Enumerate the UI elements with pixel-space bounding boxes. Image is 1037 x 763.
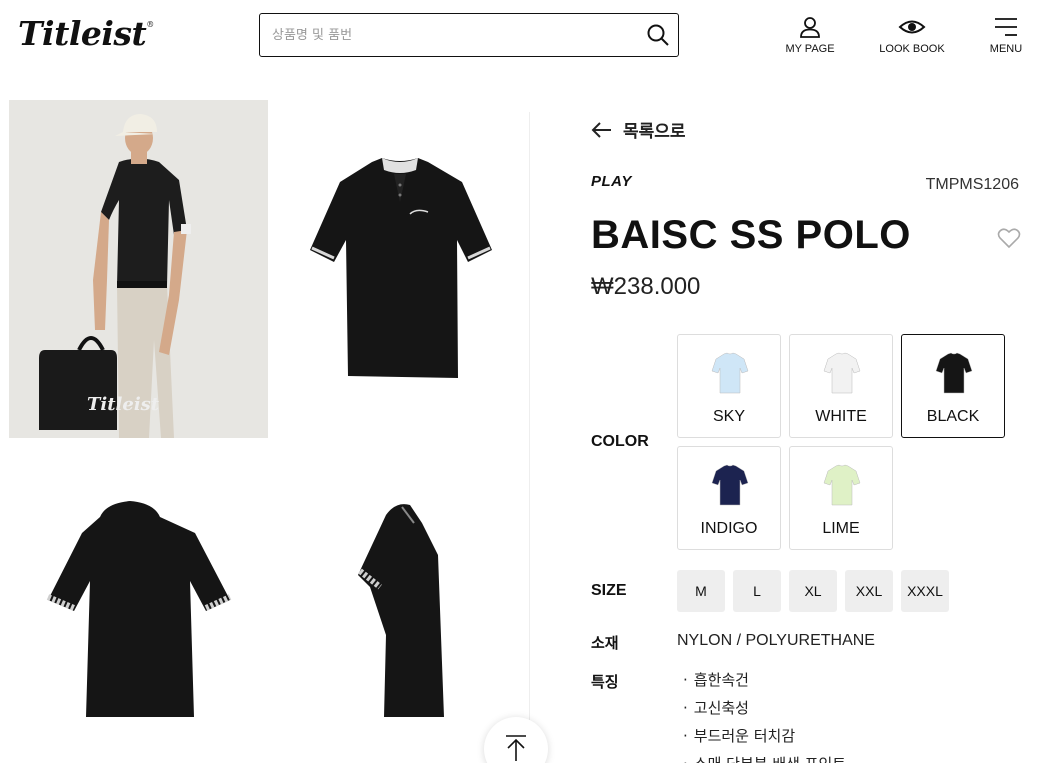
color-option-label: SKY: [712, 408, 745, 425]
back-to-list-link[interactable]: 목록으로: [591, 117, 686, 142]
search-icon[interactable]: [646, 23, 670, 47]
feature-label: 특징: [591, 673, 619, 691]
product-code: TMPMS1206: [925, 176, 1019, 193]
color-option-label: INDIGO: [700, 520, 758, 537]
my-page-label: MY PAGE: [785, 43, 835, 55]
brand-name: PLAY: [591, 173, 632, 190]
color-label: COLOR: [591, 433, 649, 450]
color-option-label: WHITE: [815, 408, 867, 425]
heart-icon: [997, 228, 1021, 249]
material-label: 소재: [591, 634, 619, 652]
size-option-m[interactable]: M: [677, 570, 725, 612]
look-book-button[interactable]: LOOK BOOK: [873, 16, 951, 55]
color-option-indigo[interactable]: INDIGO: [677, 446, 781, 550]
search-input[interactable]: [260, 14, 640, 56]
color-option-label: LIME: [822, 520, 860, 537]
back-to-list-label: 목록으로: [623, 122, 686, 142]
model-illustration: Titleist: [39, 114, 191, 438]
scroll-to-top-button[interactable]: [484, 717, 548, 763]
feature-item: 소매 단부분 배색 포인트: [683, 754, 846, 763]
eye-icon: [898, 20, 926, 34]
color-option-black[interactable]: BLACK: [901, 334, 1005, 438]
product-model-image[interactable]: Titleist: [9, 100, 268, 438]
product-price: ₩238.000: [591, 273, 701, 300]
site-header: Titleist® MY PAGE LOOK BOOK MENU: [0, 0, 1037, 72]
size-option-xxxl[interactable]: XXXL: [901, 570, 949, 612]
menu-button[interactable]: MENU: [983, 16, 1029, 55]
product-title: BAISC SS POLO: [591, 213, 911, 257]
polo-shirt-icon: [935, 352, 973, 394]
wishlist-button[interactable]: [997, 227, 1021, 253]
bag-logo-text: Titleist: [87, 394, 160, 415]
size-option-l[interactable]: L: [733, 570, 781, 612]
arrow-up-icon: [506, 735, 526, 761]
polo-shirt-icon: [711, 352, 749, 394]
color-option-lime[interactable]: LIME: [789, 446, 893, 550]
person-icon: [800, 17, 820, 38]
color-option-label: BLACK: [926, 408, 980, 425]
search-box: [259, 13, 679, 57]
look-book-label: LOOK BOOK: [879, 43, 945, 55]
polo-shirt-icon: [823, 352, 861, 394]
product-back-image[interactable]: [30, 495, 250, 725]
product-side-image[interactable]: [330, 495, 470, 725]
material-value: NYLON / POLYURETHANE: [677, 632, 875, 649]
product-front-image[interactable]: [290, 140, 510, 390]
hamburger-icon: [995, 18, 1017, 36]
registered-mark: ®: [146, 20, 154, 29]
arrow-left-icon: [591, 121, 611, 138]
polo-shirt-icon: [823, 464, 861, 506]
feature-item: 흡한속건: [683, 670, 846, 698]
feature-item: 고신축성: [683, 698, 846, 726]
size-option-xl[interactable]: XL: [789, 570, 837, 612]
size-option-xxl[interactable]: XXL: [845, 570, 893, 612]
menu-label: MENU: [989, 43, 1023, 55]
size-label: SIZE: [591, 582, 627, 599]
color-option-sky[interactable]: SKY: [677, 334, 781, 438]
feature-list: 흡한속건 고신축성 부드러운 터치감 소매 단부분 배색 포인트: [683, 670, 846, 763]
titleist-logo[interactable]: Titleist®: [18, 14, 154, 53]
color-option-white[interactable]: WHITE: [789, 334, 893, 438]
feature-item: 부드러운 터치감: [683, 726, 846, 754]
my-page-button[interactable]: MY PAGE: [782, 16, 838, 55]
polo-shirt-icon: [711, 464, 749, 506]
gallery-divider: [529, 112, 530, 763]
